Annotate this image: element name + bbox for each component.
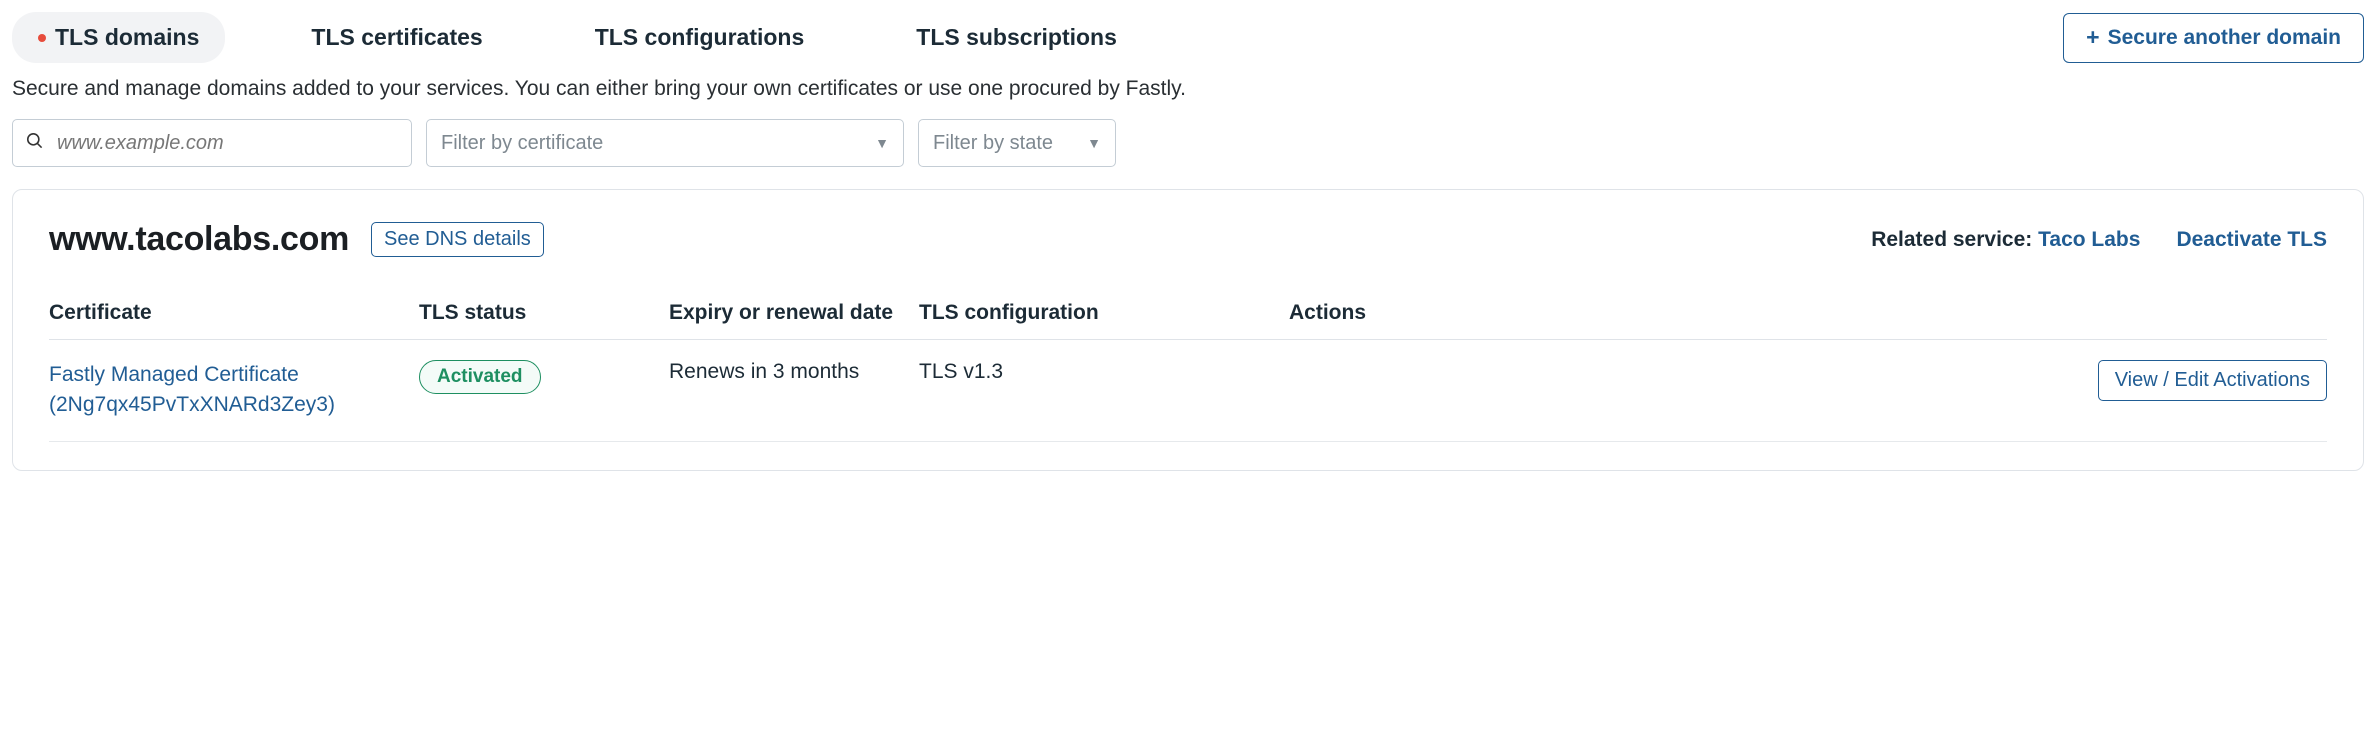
- filters-row: Filter by certificate ▼ Filter by state …: [12, 119, 2364, 167]
- tab-label: TLS subscriptions: [916, 24, 1117, 51]
- filter-by-state-select[interactable]: Filter by state ▼: [918, 119, 1116, 167]
- search-input-wrapper: [12, 119, 412, 167]
- button-label: Secure another domain: [2108, 26, 2341, 50]
- expiry-value: Renews in 3 months: [669, 360, 919, 384]
- status-badge: Activated: [419, 360, 541, 394]
- tls-config-value: TLS v1.3: [919, 360, 1289, 384]
- certificate-id: (2Ng7qx45PvTxXNARd3Zey3): [49, 393, 335, 416]
- tab-label: TLS certificates: [311, 24, 482, 51]
- deactivate-tls-link[interactable]: Deactivate TLS: [2176, 228, 2327, 252]
- th-tls-configuration: TLS configuration: [919, 301, 1289, 325]
- secure-another-domain-button[interactable]: + Secure another domain: [2063, 13, 2364, 63]
- domain-card: www.tacolabs.com See DNS details Related…: [12, 189, 2364, 471]
- tab-label: TLS configurations: [595, 24, 805, 51]
- th-tls-status: TLS status: [419, 301, 669, 325]
- domain-name-title: www.tacolabs.com: [49, 220, 349, 259]
- th-actions: Actions: [1289, 301, 2327, 325]
- tab-tls-domains[interactable]: TLS domains: [12, 12, 225, 63]
- th-expiry: Expiry or renewal date: [669, 301, 919, 325]
- tab-tls-certificates[interactable]: TLS certificates: [285, 12, 508, 63]
- related-service-label: Related service:: [1871, 228, 2032, 251]
- select-placeholder: Filter by state: [933, 132, 1053, 155]
- table-row: Fastly Managed Certificate (2Ng7qx45PvTx…: [49, 340, 2327, 442]
- tab-tls-subscriptions[interactable]: TLS subscriptions: [890, 12, 1143, 63]
- th-certificate: Certificate: [49, 301, 419, 325]
- related-service: Related service: Taco Labs: [1871, 228, 2140, 252]
- tabs-container: TLS domains TLS certificates TLS configu…: [12, 12, 1143, 63]
- certificate-name: Fastly Managed Certificate: [49, 363, 299, 386]
- table-header-row: Certificate TLS status Expiry or renewal…: [49, 287, 2327, 340]
- tab-label: TLS domains: [55, 24, 199, 51]
- chevron-down-icon: ▼: [1087, 135, 1101, 151]
- certificates-table: Certificate TLS status Expiry or renewal…: [49, 287, 2327, 442]
- filter-by-certificate-select[interactable]: Filter by certificate ▼: [426, 119, 904, 167]
- chevron-down-icon: ▼: [875, 135, 889, 151]
- related-service-link[interactable]: Taco Labs: [2038, 228, 2140, 251]
- status-dot-icon: [38, 34, 46, 42]
- page-description: Secure and manage domains added to your …: [12, 77, 2364, 101]
- view-edit-activations-button[interactable]: View / Edit Activations: [2098, 360, 2327, 401]
- domain-search-input[interactable]: [12, 119, 412, 167]
- see-dns-details-button[interactable]: See DNS details: [371, 222, 544, 257]
- tab-tls-configurations[interactable]: TLS configurations: [569, 12, 831, 63]
- plus-icon: +: [2086, 26, 2099, 49]
- certificate-link[interactable]: Fastly Managed Certificate (2Ng7qx45PvTx…: [49, 360, 419, 421]
- select-placeholder: Filter by certificate: [441, 132, 603, 155]
